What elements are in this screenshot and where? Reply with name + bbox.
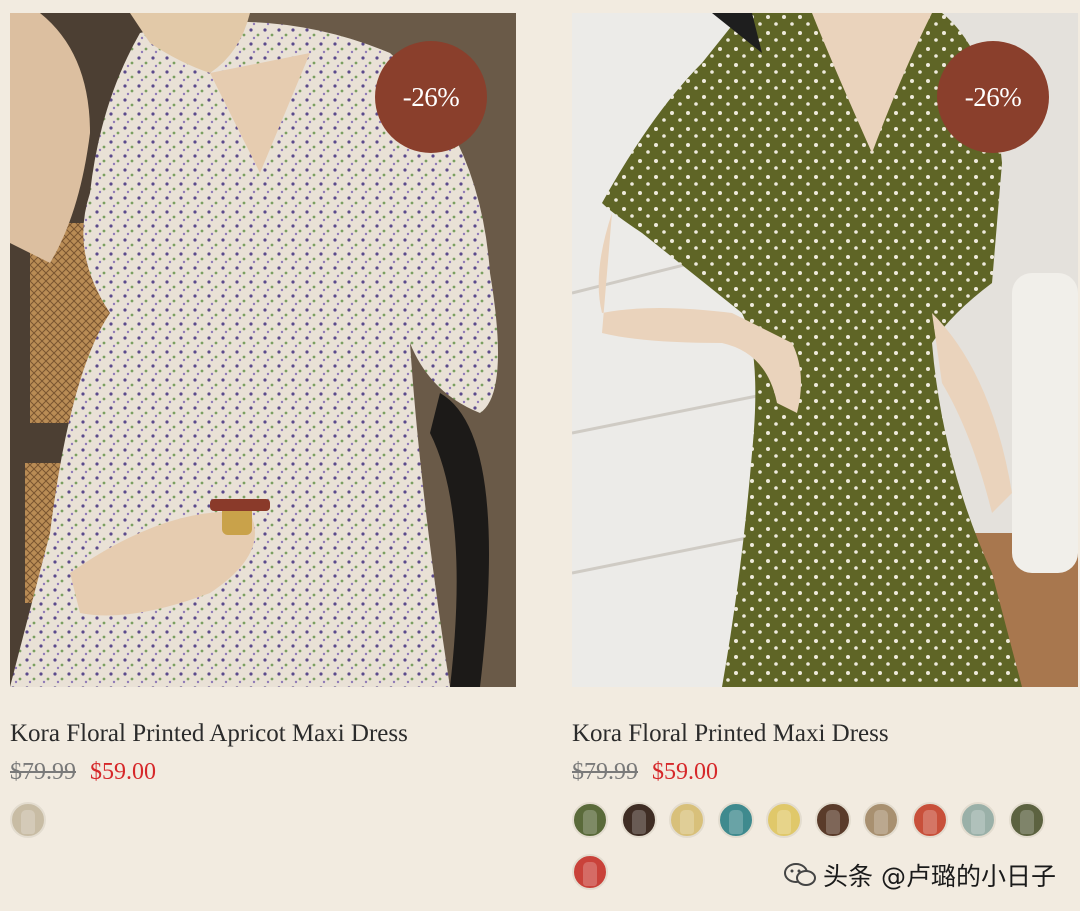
color-swatch[interactable] [620,802,657,838]
watermark-text: 头条 @卢璐的小日子 [823,862,1056,891]
sale-price: $59.00 [652,759,718,785]
product-grid: -26% Kora Floral Printed Apricot Maxi Dr… [0,0,1080,911]
color-swatch[interactable] [669,802,705,838]
wechat-icon [784,863,817,886]
price-row: $79.99 $59.00 [10,757,516,787]
color-swatch[interactable] [814,802,851,838]
color-swatch[interactable] [766,802,802,838]
product-card-apricot[interactable]: -26% Kora Floral Printed Apricot Maxi Dr… [10,13,516,854]
color-swatch[interactable] [911,802,948,838]
product-card-green[interactable]: -26% Kora Floral Printed Maxi Dress $79.… [572,13,1078,906]
product-title[interactable]: Kora Floral Printed Apricot Maxi Dress [10,719,516,749]
original-price: $79.99 [10,759,76,785]
watermark: 头条 @卢璐的小日子 [783,857,1056,893]
color-swatch[interactable] [1008,802,1045,838]
color-swatch[interactable] [863,802,899,838]
original-price: $79.99 [572,759,638,785]
price-row: $79.99 $59.00 [572,757,1078,787]
discount-badge: -26% [375,41,487,153]
color-swatch[interactable] [572,802,608,838]
color-swatch[interactable] [572,854,608,890]
product-title[interactable]: Kora Floral Printed Maxi Dress [572,719,1078,749]
sale-price: $59.00 [90,759,156,785]
color-swatch[interactable] [10,802,46,838]
product-photo[interactable]: -26% [572,13,1078,687]
product-photo[interactable]: -26% [10,13,516,687]
color-swatch[interactable] [960,802,996,838]
discount-badge: -26% [937,41,1049,153]
color-swatch[interactable] [717,802,754,838]
color-swatches [10,802,520,854]
